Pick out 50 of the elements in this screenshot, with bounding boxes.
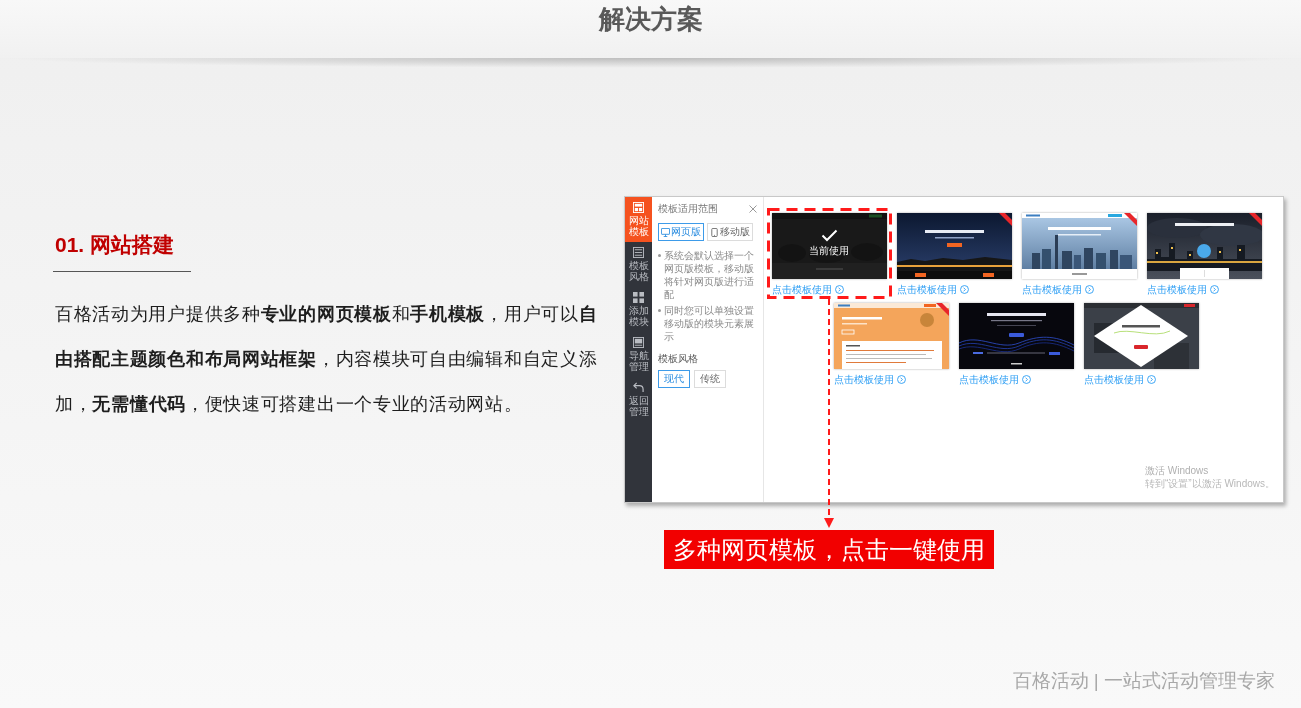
sidebar-item[interactable]: 导航管理 xyxy=(625,332,652,377)
description-text: 百格活动为用户提供多种专业的网页模板和手机模板，用户可以自由搭配主题颜色和布局网站框架，内容模块可自由编辑和自定义添加，无需懂代码，便快速可搭建出一个专业的活动网站。 xyxy=(55,303,599,416)
template-preview-drawing[interactable] xyxy=(1084,303,1199,369)
bullet-icon xyxy=(658,309,661,312)
footer-tagline: 百格活动 | 一站式活动管理专家 xyxy=(1012,670,1275,691)
slide-title: 解决方案 xyxy=(598,5,703,36)
section-heading: 01. 网站搭建 xyxy=(55,232,175,258)
style-option[interactable]: 现代 xyxy=(658,370,690,388)
circle-arrow-icon xyxy=(1209,285,1219,294)
use-template-link[interactable]: 点击模板使用 xyxy=(771,283,844,296)
style-option[interactable]: 传统 xyxy=(694,370,726,388)
list-icon xyxy=(633,247,644,258)
template-preview-drawing[interactable] xyxy=(771,213,887,279)
template-preview-drawing[interactable] xyxy=(1146,213,1262,279)
window-icon xyxy=(633,337,644,348)
sidebar-item[interactable]: 模板风格 xyxy=(625,242,652,287)
template-preview-drawing[interactable] xyxy=(1021,213,1137,279)
circle-arrow-icon xyxy=(1084,285,1094,294)
template-preview-drawing[interactable] xyxy=(959,303,1074,369)
sidebar-item[interactable]: 添加模块 xyxy=(625,287,652,332)
callout-label: 多种网页模板，点击一键使用 xyxy=(664,530,994,569)
note-text: 系统会默认选择一个网页版模板，移动版将针对网页版进行适配 xyxy=(664,249,755,301)
selected-label: 当前使用 xyxy=(808,245,850,257)
grid-icon xyxy=(633,292,644,303)
circle-arrow-icon xyxy=(1022,375,1031,384)
circle-arrow-icon xyxy=(1147,375,1156,384)
use-template-link[interactable]: 点击模板使用 xyxy=(896,283,969,296)
phone-icon xyxy=(710,227,719,237)
return-arrow-icon xyxy=(633,382,644,393)
use-template-link[interactable]: 点击模板使用 xyxy=(1021,283,1094,296)
use-template-link[interactable]: 点击模板使用 xyxy=(959,373,1031,386)
use-template-link[interactable]: 点击模板使用 xyxy=(1146,283,1219,296)
note-text: 同时您可以单独设置移动版的模块元素展示 xyxy=(664,304,755,343)
activation-title: 激活 Windows xyxy=(1145,464,1210,477)
circle-arrow-icon xyxy=(959,285,969,294)
use-template-link[interactable]: 点击模板使用 xyxy=(1084,373,1156,386)
sidebar-item[interactable]: 返回管理 xyxy=(625,377,652,422)
circle-arrow-icon xyxy=(834,285,844,294)
monitor-icon xyxy=(661,227,670,237)
template-preview-drawing[interactable] xyxy=(896,213,1012,279)
circle-arrow-icon xyxy=(897,375,906,384)
panel-title: 模板适用范围 xyxy=(658,202,718,215)
bullet-icon xyxy=(658,254,661,257)
sidebar-item[interactable]: 网站模板 xyxy=(625,197,652,242)
layout-icon xyxy=(633,202,644,213)
close-icon[interactable] xyxy=(749,204,757,213)
device-tab[interactable]: 网页版 xyxy=(658,223,704,241)
style-label: 模板风格 xyxy=(658,352,699,365)
use-template-link[interactable]: 点击模板使用 xyxy=(834,373,906,386)
device-tab[interactable]: 移动版 xyxy=(707,223,753,241)
